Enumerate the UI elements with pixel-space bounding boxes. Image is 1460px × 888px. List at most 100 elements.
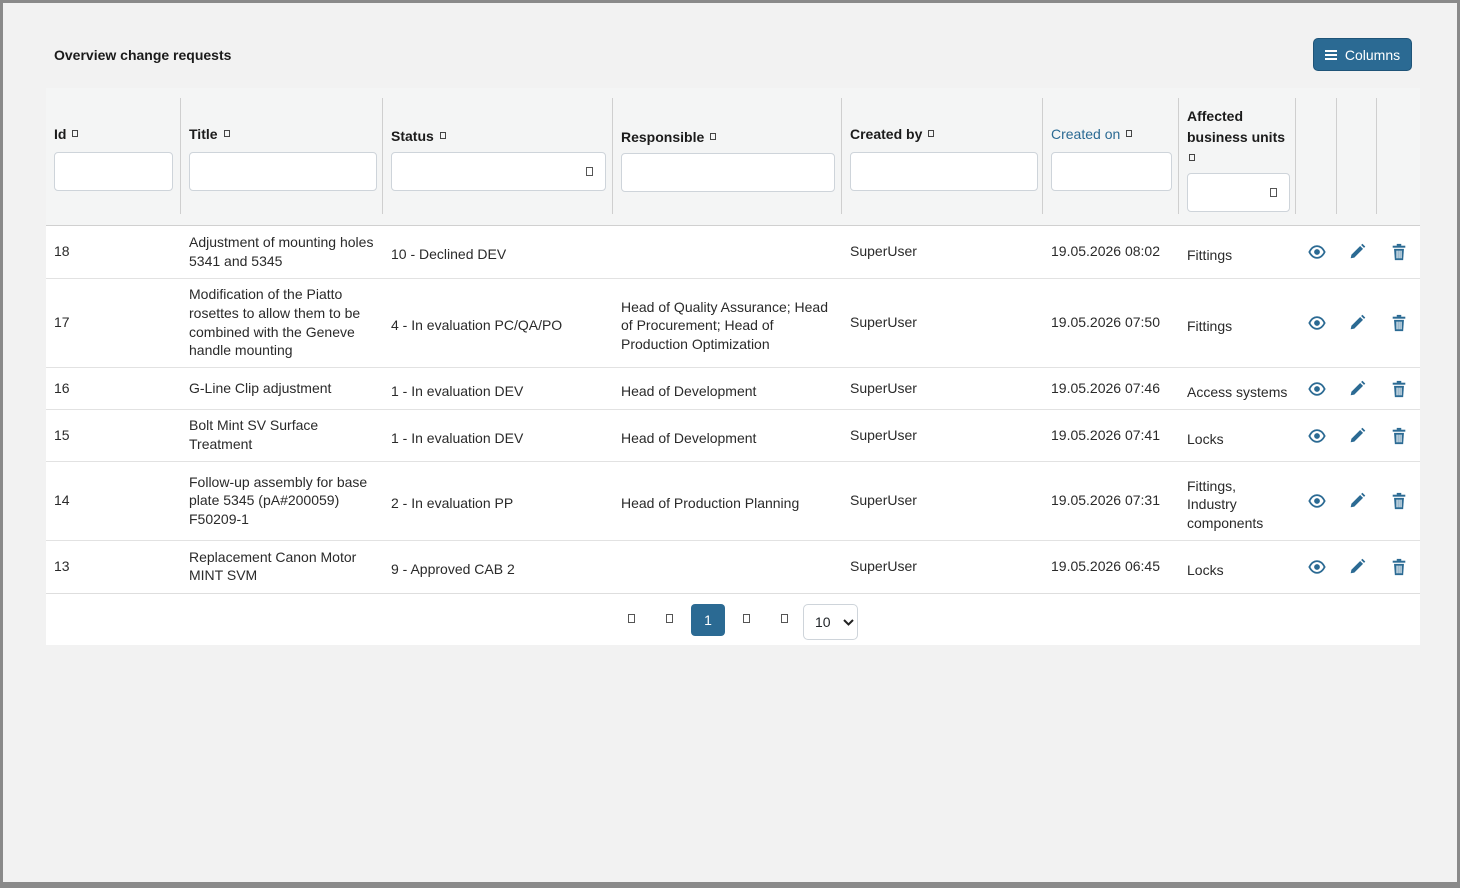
header-row: Id Title Status Responsible Created by C…: [46, 88, 1420, 225]
cell-responsible: Head of Quality Assurance; Head of Procu…: [613, 277, 842, 367]
page-size-select[interactable]: 10: [803, 604, 858, 640]
change-requests-table: Id Title Status Responsible Created by C…: [46, 88, 1420, 592]
delete-action-cell: [1377, 460, 1420, 540]
column-header-title[interactable]: Title: [181, 88, 383, 225]
cell-id: 14: [46, 460, 181, 540]
page-size-value: 10: [815, 614, 831, 630]
cell-responsible: Head of Production Planning: [613, 460, 842, 540]
sort-icon[interactable]: [1189, 154, 1195, 161]
cell-created-on: 19.05.2026 07:50: [1043, 277, 1179, 367]
cell-id: 15: [46, 408, 181, 461]
sort-icon[interactable]: [1126, 130, 1133, 137]
cell-created-by: SuperUser: [842, 539, 1043, 592]
column-label: Created by: [850, 126, 923, 142]
cell-created-by: SuperUser: [842, 224, 1043, 278]
table-row[interactable]: 14 Follow-up assembly for base plate 5345…: [46, 460, 1420, 540]
column-label: Title: [189, 126, 218, 142]
trash-icon[interactable]: [1390, 314, 1408, 332]
cell-responsible: Head of Development: [613, 408, 842, 461]
trash-icon[interactable]: [1390, 243, 1408, 261]
column-label: Id: [54, 126, 67, 142]
trash-icon[interactable]: [1390, 427, 1408, 445]
filter-title-input[interactable]: [189, 152, 377, 191]
edit-action-cell: [1337, 277, 1377, 367]
pencil-icon[interactable]: [1348, 314, 1366, 332]
sort-icon[interactable]: [439, 132, 446, 139]
view-action-cell: [1296, 460, 1337, 540]
eye-icon[interactable]: [1307, 427, 1326, 445]
filter-responsible-input[interactable]: [621, 153, 835, 192]
cell-title: Replacement Canon Motor MINT SVM: [181, 539, 383, 592]
column-header-id[interactable]: Id: [46, 88, 181, 225]
filter-status-select[interactable]: [391, 152, 606, 191]
last-page-button[interactable]: [777, 609, 793, 627]
cell-status: 1 - In evaluation DEV: [383, 366, 613, 409]
table-row[interactable]: 13 Replacement Canon Motor MINT SVM 9 - Ap…: [46, 539, 1420, 592]
last-page-icon: [781, 614, 788, 623]
dropdown-icon: [586, 167, 593, 176]
cell-created-on: 19.05.2026 07:31: [1043, 460, 1179, 540]
pencil-icon[interactable]: [1348, 558, 1366, 576]
cell-id: 16: [46, 366, 181, 409]
column-header-delete: [1377, 88, 1420, 225]
sort-icon[interactable]: [928, 130, 935, 137]
column-label: Responsible: [621, 129, 705, 145]
columns-button[interactable]: Columns: [1313, 38, 1412, 71]
trash-icon[interactable]: [1390, 492, 1408, 510]
table-row[interactable]: 17 Modification of the Piatto rosettes to…: [46, 277, 1420, 367]
current-page-button[interactable]: 1: [691, 604, 725, 636]
cell-created-on: 19.05.2026 07:46: [1043, 366, 1179, 409]
pencil-icon[interactable]: [1348, 492, 1366, 510]
eye-icon[interactable]: [1307, 314, 1326, 332]
filter-created-by-input[interactable]: [850, 152, 1038, 191]
page-title: Overview change requests: [54, 47, 232, 63]
edit-action-cell: [1337, 539, 1377, 592]
eye-icon[interactable]: [1307, 558, 1326, 576]
pencil-icon[interactable]: [1348, 380, 1366, 398]
change-requests-grid: Id Title Status Responsible Created by C…: [46, 88, 1420, 645]
filter-affected-select[interactable]: [1187, 173, 1290, 212]
column-header-status[interactable]: Status: [383, 88, 613, 225]
view-action-cell: [1296, 277, 1337, 367]
cell-status: 10 - Declined DEV: [383, 224, 613, 278]
trash-icon[interactable]: [1390, 558, 1408, 576]
pencil-icon[interactable]: [1348, 243, 1366, 261]
next-page-button[interactable]: [739, 609, 755, 627]
cell-responsible: Head of Development: [613, 366, 842, 409]
sort-icon[interactable]: [710, 133, 717, 140]
table-body: 18 Adjustment of mounting holes 5341 and …: [46, 224, 1420, 592]
sort-icon[interactable]: [223, 130, 230, 137]
column-header-affected-business-units[interactable]: Affected business units: [1179, 88, 1296, 225]
previous-page-button[interactable]: [662, 609, 678, 627]
eye-icon[interactable]: [1307, 380, 1326, 398]
delete-action-cell: [1377, 408, 1420, 461]
cell-created-by: SuperUser: [842, 408, 1043, 461]
cell-created-on: 19.05.2026 06:45: [1043, 539, 1179, 592]
table-row[interactable]: 15 Bolt Mint SV Surface Treatment 1 - In e…: [46, 408, 1420, 461]
table-row[interactable]: 18 Adjustment of mounting holes 5341 and …: [46, 224, 1420, 278]
trash-icon[interactable]: [1390, 380, 1408, 398]
eye-icon[interactable]: [1307, 243, 1326, 261]
sort-icon[interactable]: [72, 130, 79, 137]
filter-id-input[interactable]: [54, 152, 173, 191]
cell-affected: Fittings, Industry components: [1179, 460, 1296, 540]
column-header-created-by[interactable]: Created by: [842, 88, 1043, 225]
pencil-icon[interactable]: [1348, 427, 1366, 445]
previous-page-icon: [666, 614, 673, 623]
cell-affected: Locks: [1179, 408, 1296, 461]
column-header-created-on[interactable]: Created on: [1043, 88, 1179, 225]
pagination: 1 10: [46, 593, 1420, 645]
column-header-responsible[interactable]: Responsible: [613, 88, 842, 225]
cell-id: 13: [46, 539, 181, 592]
eye-icon[interactable]: [1307, 492, 1326, 510]
cell-status: 1 - In evaluation DEV: [383, 408, 613, 461]
delete-action-cell: [1377, 277, 1420, 367]
table-row[interactable]: 16 G-Line Clip adjustment 1 - In evaluatio…: [46, 366, 1420, 409]
first-page-button[interactable]: [624, 609, 640, 627]
cell-affected: Fittings: [1179, 277, 1296, 367]
cell-title: G-Line Clip adjustment: [181, 366, 383, 409]
cell-affected: Locks: [1179, 539, 1296, 592]
column-label: Affected business units: [1187, 108, 1286, 145]
filter-created-on-input[interactable]: [1051, 152, 1172, 191]
cell-affected: Fittings: [1179, 224, 1296, 278]
